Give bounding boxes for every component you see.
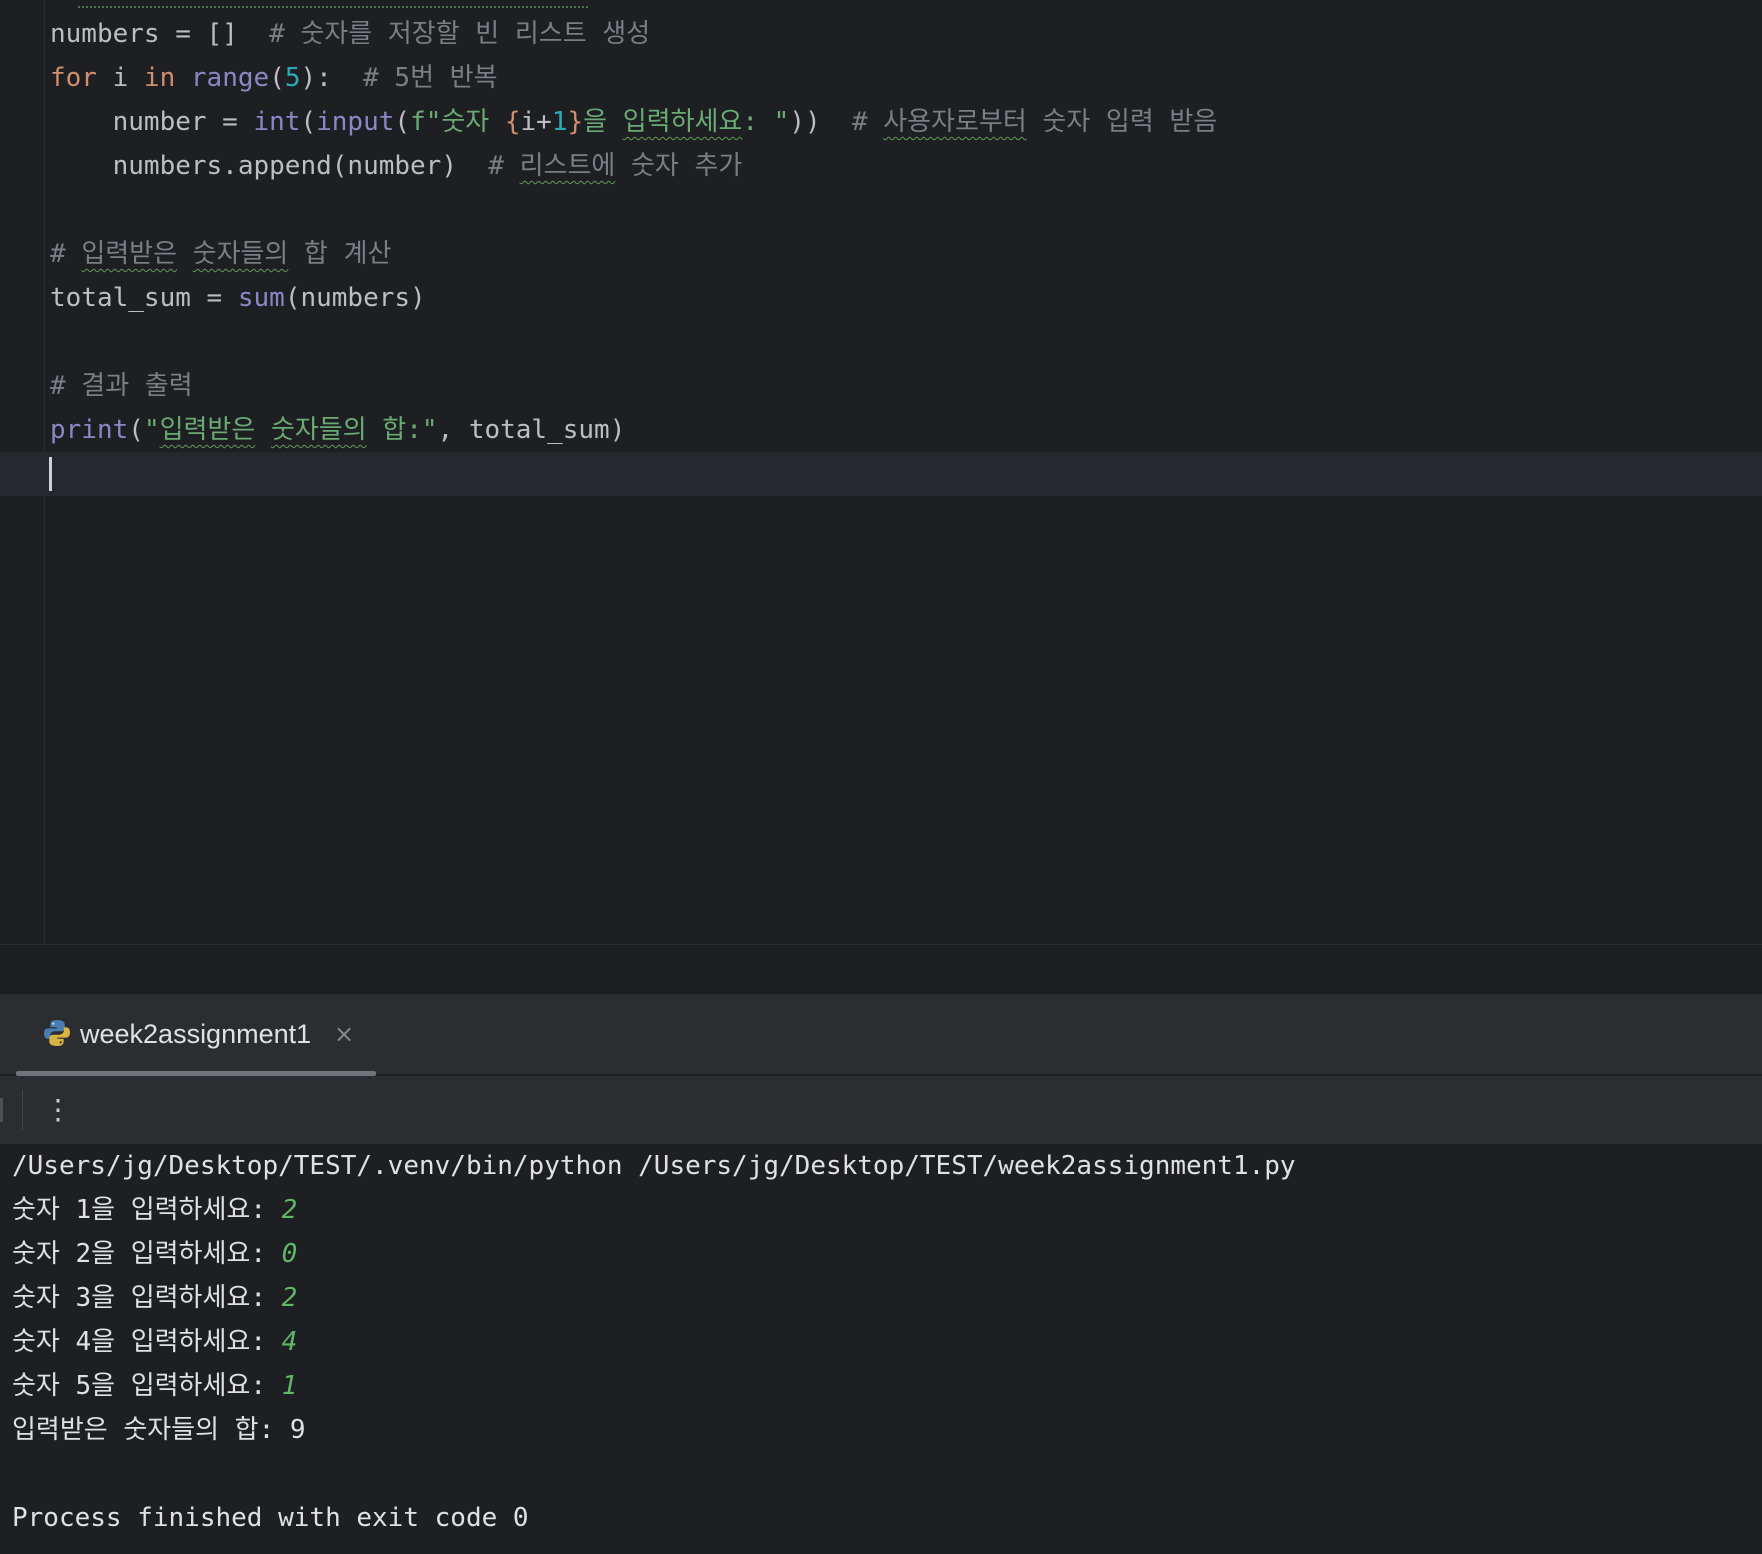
more-options-icon[interactable]: ⋮ [44, 1088, 72, 1132]
code-comment-typo: 입력받은 [81, 239, 177, 269]
text-caret [49, 457, 52, 491]
number-literal: 5 [284, 63, 301, 93]
code-text: ( [128, 415, 144, 445]
user-input-value: 0 [281, 1239, 298, 1269]
prompt-label: 숫자 3을 입력하세요: [12, 1283, 282, 1313]
code-line-6[interactable]: # 입력받은 숫자들의 합 계산 [50, 232, 391, 276]
builtin-sum: sum [237, 283, 285, 313]
code-text: (numbers) [284, 283, 426, 313]
close-icon[interactable]: × [334, 994, 354, 1074]
run-tab-title: week2assignment1 [80, 1019, 312, 1049]
code-text: numbers.append(number) [50, 151, 489, 181]
code-line-1[interactable]: numbers = [] # 숫자를 저장할 빈 리스트 생성 [50, 12, 650, 56]
console-result: 입력받은 숫자들의 합: 9 [12, 1415, 306, 1445]
code-comment: 숫자 입력 받음 [1026, 107, 1218, 137]
code-comment: # 5번 반복 [363, 63, 498, 93]
run-tool-window-header: week2assignment1 × [0, 994, 1762, 1075]
keyword-for: for [50, 63, 97, 93]
code-text: ( [269, 63, 285, 93]
code-comment: # [50, 239, 82, 269]
python-icon [42, 1018, 72, 1048]
keyword-in: in [143, 63, 176, 93]
code-comment [177, 239, 193, 269]
user-input-value: 4 [281, 1327, 298, 1357]
code-text: i [96, 63, 144, 93]
ide-window: numbers = [] # 숫자를 저장할 빈 리스트 생성 for i in… [0, 0, 1762, 1554]
code-line-4[interactable]: numbers.append(number) # 리스트에 숫자 추가 [50, 144, 743, 188]
code-text: ( [300, 107, 317, 137]
code-line-9[interactable]: # 결과 출력 [50, 364, 193, 408]
console-prompt-line: 숫자 2을 입력하세요: 0 [12, 1232, 297, 1276]
fstring-brace: { [504, 107, 521, 137]
code-text: , total_sum) [437, 415, 626, 445]
string-literal: : " [742, 107, 790, 137]
console-prompt-line: 숫자 5을 입력하세요: 1 [12, 1364, 297, 1408]
console-command: /Users/jg/Desktop/TEST/.venv/bin/python … [12, 1151, 1296, 1181]
string-literal-typo: 입력하세요 [622, 107, 743, 137]
code-text: total_sum = [50, 283, 238, 313]
code-comment-typo: 리스트에 [519, 151, 616, 181]
builtin-print: print [50, 415, 129, 445]
user-input-value: 1 [281, 1371, 298, 1401]
code-text: numbers = [] [50, 19, 270, 49]
string-literal-typo: 입력받은 [159, 415, 256, 445]
string-literal: 합:" [366, 415, 438, 445]
code-comment-typo: 숫자들의 [192, 239, 289, 269]
code-text: number = [50, 107, 254, 137]
string-literal: " [143, 415, 160, 445]
builtin-input: input [316, 107, 395, 137]
code-editor[interactable]: numbers = [] # 숫자를 저장할 빈 리스트 생성 for i in… [0, 0, 1762, 944]
string-literal: f"숫자 [410, 107, 505, 137]
current-line-highlight [0, 452, 1762, 496]
code-comment: # [488, 151, 520, 181]
code-text: )) [789, 107, 852, 137]
code-line-2[interactable]: for i in range(5): # 5번 반복 [50, 56, 498, 100]
previous-line-fragment [78, 0, 588, 8]
code-line-7[interactable]: total_sum = sum(numbers) [50, 276, 426, 320]
fstring-expression: i+ [520, 107, 552, 137]
builtin-range: range [190, 63, 270, 93]
prompt-label: 숫자 5을 입력하세요: [12, 1371, 282, 1401]
console-exit-status: Process finished with exit code 0 [12, 1503, 529, 1533]
user-input-value: 2 [281, 1195, 298, 1225]
string-literal: 을 [583, 107, 623, 137]
string-literal [255, 415, 271, 445]
code-comment-typo: 사용자로부터 [883, 107, 1027, 137]
prompt-label: 숫자 1을 입력하세요: [12, 1195, 282, 1225]
console-output[interactable]: /Users/jg/Desktop/TEST/.venv/bin/python … [0, 1144, 1762, 1554]
code-line-3[interactable]: number = int(input(f"숫자 {i+1}을 입력하세요: ")… [50, 100, 1218, 144]
builtin-int: int [253, 107, 301, 137]
code-comment: 숫자 추가 [615, 151, 743, 181]
user-input-value: 2 [281, 1283, 298, 1313]
code-comment: # 결과 출력 [50, 371, 193, 401]
run-tab[interactable]: week2assignment1 × [16, 994, 376, 1074]
fstring-brace: } [567, 107, 584, 137]
prompt-label: 숫자 4을 입력하세요: [12, 1327, 282, 1357]
code-comment: 합 계산 [288, 239, 392, 269]
panel-separator[interactable] [0, 944, 1762, 995]
code-comment: # 숫자를 저장할 빈 리스트 생성 [269, 19, 651, 49]
string-literal-typo: 숫자들의 [270, 415, 367, 445]
code-comment: # [851, 107, 884, 137]
toolbar-divider [22, 1090, 23, 1130]
run-toolbar: ⋮ [0, 1076, 1762, 1144]
prompt-label: 숫자 2을 입력하세요: [12, 1239, 282, 1269]
code-text: ): [300, 63, 364, 93]
code-text: ( [394, 107, 411, 137]
console-prompt-line: 숫자 1을 입력하세요: 2 [12, 1188, 297, 1232]
code-line-10[interactable]: print("입력받은 숫자들의 합:", total_sum) [50, 408, 625, 452]
toolbar-edge [0, 1098, 3, 1122]
console-prompt-line: 숫자 4을 입력하세요: 4 [12, 1320, 297, 1364]
console-prompt-line: 숫자 3을 입력하세요: 2 [12, 1276, 297, 1320]
number-literal: 1 [551, 107, 568, 137]
